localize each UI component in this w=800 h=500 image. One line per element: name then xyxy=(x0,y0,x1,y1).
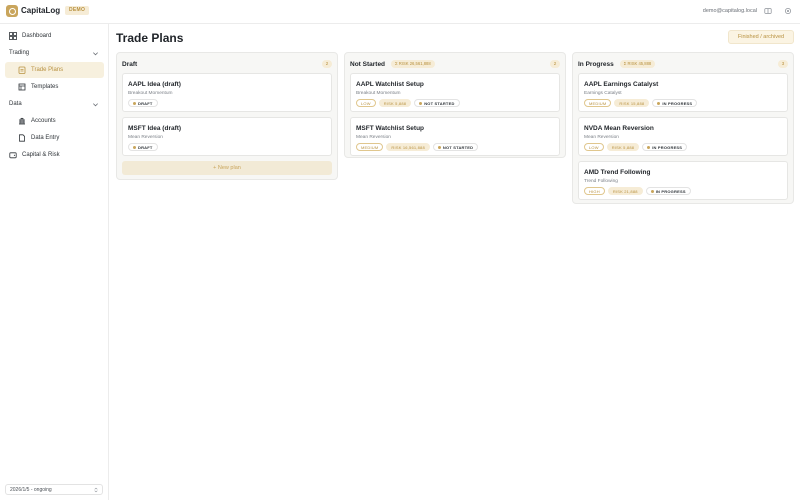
column-risk-total: Σ RISK 26,561,888 xyxy=(391,60,435,68)
plan-title: MSFT Watchlist Setup xyxy=(356,125,425,132)
sidebar-item-accounts[interactable]: Accounts xyxy=(5,113,104,129)
chevron-down-icon xyxy=(93,51,98,55)
plan-strategy: Mean Reversion xyxy=(128,135,163,140)
plan-strategy: Mean Reversion xyxy=(584,135,619,140)
settings-icon[interactable] xyxy=(784,7,792,15)
plan-strategy: Breakout Momentum xyxy=(128,91,173,96)
template-icon xyxy=(18,83,26,91)
sidebar-item-label: Capital & Risk xyxy=(22,152,60,158)
sidebar-item-label: Accounts xyxy=(31,118,56,124)
page-title: Trade Plans xyxy=(116,31,184,45)
plan-card[interactable]: AAPL Earnings Catalyst Earnings Catalyst… xyxy=(578,73,788,112)
risk-level-badge: HIGH xyxy=(584,187,605,195)
risk-amount-badge: RISK 21,888 xyxy=(607,187,643,195)
risk-level-badge: MEDIUM xyxy=(584,99,612,107)
dashboard-icon xyxy=(9,32,17,40)
status-badge: DRAFT xyxy=(128,143,158,151)
brand-name[interactable]: CapitaLog xyxy=(21,6,60,15)
sidebar-item-data-entry[interactable]: Data Entry xyxy=(5,130,104,146)
column-risk-total: Σ RISK 45,888 xyxy=(619,60,656,68)
column-not-started: Not Started Σ RISK 26,561,888 2 AAPL Wat… xyxy=(344,52,566,158)
status-badge: NOT STARTED xyxy=(414,99,460,107)
column-in-progress: In Progress Σ RISK 45,888 3 AAPL Earning… xyxy=(572,52,794,204)
column-title: Not Started xyxy=(350,60,386,68)
plan-card[interactable]: AMD Trend Following Trend Following HIGH… xyxy=(578,161,788,200)
plan-title: AAPL Idea (draft) xyxy=(128,81,181,88)
wallet-icon xyxy=(9,151,17,159)
plan-title: AMD Trend Following xyxy=(584,169,651,176)
user-email[interactable]: demo@capitalog.local xyxy=(703,8,757,14)
sidebar-item-trade-plans[interactable]: Trade Plans xyxy=(5,62,104,78)
column-count-badge: 3 xyxy=(778,60,788,68)
new-plan-button[interactable]: + New plan xyxy=(122,161,332,175)
demo-badge: DEMO xyxy=(65,6,90,15)
status-badge: IN PROGRESS xyxy=(652,99,698,107)
sidebar-item-templates[interactable]: Templates xyxy=(5,79,104,95)
column-count-badge: 2 xyxy=(322,60,332,68)
sidebar-item-capital-risk[interactable]: Capital & Risk xyxy=(5,147,104,163)
sidebar-group-label: Trading xyxy=(9,50,30,56)
theme-toggle-icon[interactable] xyxy=(764,7,772,15)
accounts-icon xyxy=(18,117,26,125)
plan-card[interactable]: MSFT Idea (draft) Mean Reversion DRAFT xyxy=(122,117,332,156)
sidebar-item-label: Data Entry xyxy=(31,135,60,141)
chevron-down-icon xyxy=(93,102,98,106)
sidebar-item-label: Trade Plans xyxy=(31,67,64,73)
period-select[interactable]: 2026/1/5 - ongoing xyxy=(5,484,103,495)
risk-level-badge: MEDIUM xyxy=(356,143,384,151)
status-badge: IN PROGRESS xyxy=(645,187,691,195)
sidebar-item-label: Dashboard xyxy=(22,33,52,39)
plan-title: AAPL Watchlist Setup xyxy=(356,81,424,88)
plan-title: AAPL Earnings Catalyst xyxy=(584,81,659,88)
sidebar-group-trading[interactable]: Trading xyxy=(9,47,99,59)
plan-strategy: Trend Following xyxy=(584,179,618,184)
document-icon xyxy=(18,134,26,142)
period-select-value: 2026/1/5 - ongoing xyxy=(10,486,52,493)
status-badge: DRAFT xyxy=(128,99,158,107)
plan-strategy: Breakout Momentum xyxy=(356,91,401,96)
plan-card[interactable]: AAPL Watchlist Setup Breakout Momentum L… xyxy=(350,73,560,112)
clipboard-icon xyxy=(18,66,26,74)
column-title: Draft xyxy=(122,60,138,68)
risk-amount-badge: RISK 5,888 xyxy=(606,143,640,151)
plan-strategy: Earnings Catalyst xyxy=(584,91,622,96)
sidebar-group-data[interactable]: Data xyxy=(9,98,99,110)
sidebar-item-label: Templates xyxy=(31,84,59,90)
plan-card[interactable]: MSFT Watchlist Setup Mean Reversion MEDI… xyxy=(350,117,560,156)
sidebar-item-dashboard[interactable]: Dashboard xyxy=(5,28,104,44)
risk-amount-badge: RISK 5,888 xyxy=(378,99,412,107)
status-badge: NOT STARTED xyxy=(432,143,479,151)
column-count-badge: 2 xyxy=(550,60,560,68)
plan-title: NVDA Mean Reversion xyxy=(584,125,654,132)
plan-card[interactable]: AAPL Idea (draft) Breakout Momentum DRAF… xyxy=(122,73,332,112)
finished-archived-button[interactable]: Finished / archived xyxy=(728,30,794,44)
column-title: In Progress xyxy=(578,60,614,68)
sidebar: Dashboard Trading Trade Plans Templates … xyxy=(0,24,109,500)
plan-strategy: Mean Reversion xyxy=(356,135,391,140)
plan-title: MSFT Idea (draft) xyxy=(128,125,182,132)
plan-card[interactable]: NVDA Mean Reversion Mean Reversion LOW R… xyxy=(578,117,788,156)
sidebar-group-label: Data xyxy=(9,101,22,107)
risk-amount-badge: RISK 16,561,888 xyxy=(386,143,430,151)
column-draft: Draft 2 AAPL Idea (draft) Breakout Momen… xyxy=(116,52,338,180)
risk-level-badge: LOW xyxy=(584,143,604,151)
status-badge: IN PROGRESS xyxy=(642,143,688,151)
logo-icon[interactable] xyxy=(6,5,18,17)
top-bar: CapitaLog DEMO demo@capitalog.local xyxy=(0,0,800,24)
risk-level-badge: LOW xyxy=(356,99,376,107)
risk-amount-badge: RISK 15,888 xyxy=(614,99,650,107)
chevron-updown-icon xyxy=(94,487,98,492)
